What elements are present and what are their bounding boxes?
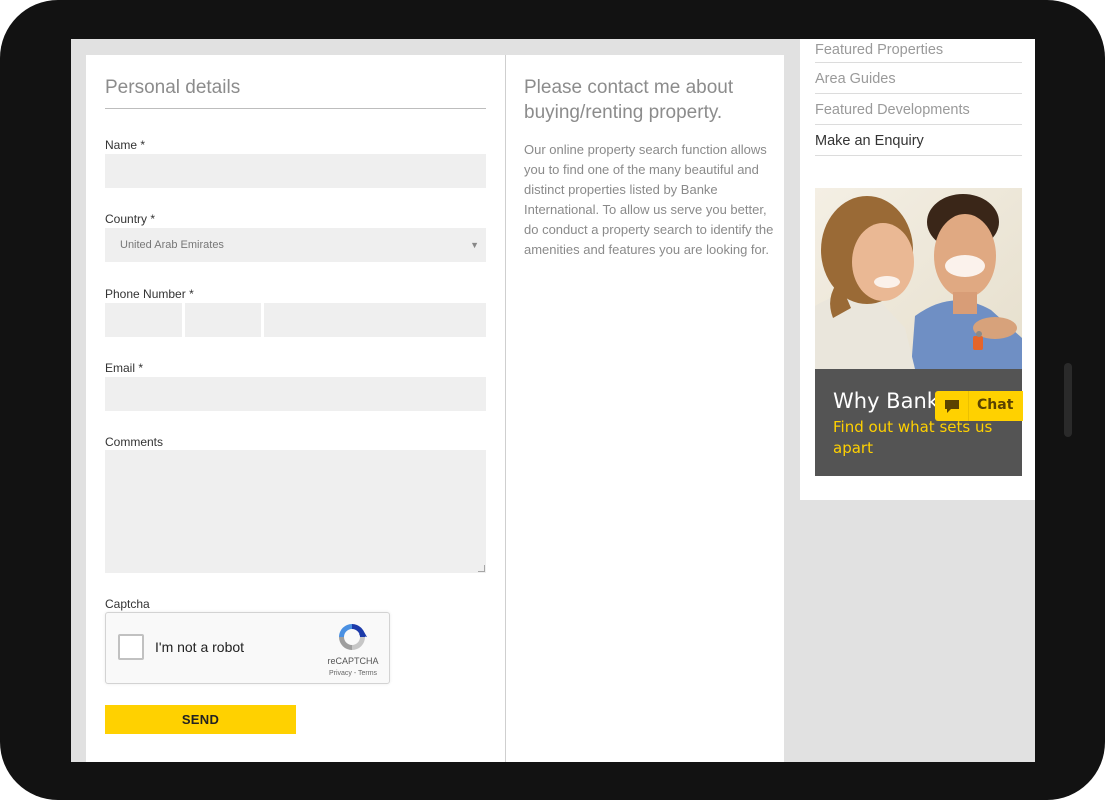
email-label-text: Email [105, 361, 136, 375]
sidebar-item-make-an-enquiry[interactable]: Make an Enquiry [815, 125, 1022, 156]
promo-caption: Why Banke Find out what sets us apart [815, 369, 1022, 476]
tablet-frame: Personal details Name * Country * United… [0, 0, 1105, 800]
info-title: Please contact me about buying/renting p… [524, 77, 734, 123]
captcha-label: Captcha [105, 597, 150, 611]
sidebar-item-featured-properties[interactable]: Featured Properties [815, 39, 1022, 63]
comments-label: Comments [105, 435, 164, 449]
recaptcha-brand: reCAPTCHA [327, 656, 379, 666]
sidebar-item-featured-developments[interactable]: Featured Developments [815, 94, 1022, 125]
chat-divider [968, 391, 969, 421]
tablet-side-button [1064, 363, 1072, 437]
email-label: Email * [105, 361, 143, 375]
country-label-text: Country [105, 212, 148, 226]
chat-button[interactable]: Chat [935, 391, 1023, 421]
sidebar-item-label: Featured Developments [815, 102, 970, 118]
recaptcha-text: I'm not a robot [155, 639, 245, 655]
phone-area-code-field[interactable] [185, 303, 261, 337]
name-field[interactable] [105, 154, 486, 188]
phone-label-text: Phone Number [105, 287, 186, 301]
recaptcha-checkbox[interactable] [118, 634, 144, 660]
comments-textarea[interactable] [105, 450, 486, 573]
info-body: Our online property search function allo… [524, 142, 774, 257]
name-label: Name * [105, 138, 145, 152]
phone-label: Phone Number * [105, 287, 194, 301]
required-mark: * [138, 361, 144, 375]
sidebar-item-area-guides[interactable]: Area Guides [815, 63, 1022, 94]
country-select[interactable]: United Arab Emirates ▼ [105, 228, 486, 262]
dropdown-arrow-icon: ▼ [470, 240, 479, 250]
recaptcha-widget: I'm not a robot reCAPTCHA Privacy - Term… [105, 612, 390, 684]
chat-label: Chat [977, 397, 1014, 413]
info-panel: Please contact me about buying/renting p… [505, 55, 784, 762]
chat-bubble-icon [945, 400, 959, 413]
sidebar-nav: Featured Properties Area Guides Featured… [815, 39, 1022, 156]
sidebar-item-label: Featured Properties [815, 42, 944, 58]
required-mark: * [150, 212, 156, 226]
sidebar: Featured Properties Area Guides Featured… [800, 39, 1035, 500]
why-banke-promo[interactable]: Why Banke Find out what sets us apart [815, 188, 1022, 476]
name-label-text: Name [105, 138, 138, 152]
recaptcha-logo-icon [339, 624, 367, 650]
country-select-value: United Arab Emirates [120, 239, 224, 251]
enquiry-form: Personal details Name * Country * United… [86, 55, 505, 762]
promo-subtitle: Find out what sets us apart [833, 418, 993, 457]
email-field[interactable] [105, 377, 486, 411]
send-button[interactable]: SEND [105, 705, 296, 734]
recaptcha-links[interactable]: Privacy - Terms [318, 670, 388, 677]
country-label: Country * [105, 212, 155, 226]
couple-photo [815, 188, 1022, 369]
resize-handle-icon[interactable] [478, 565, 485, 572]
phone-number-field[interactable] [264, 303, 486, 337]
promo-title: Why Banke [833, 389, 952, 413]
required-mark: * [140, 138, 146, 152]
phone-country-code-field[interactable] [105, 303, 182, 337]
sidebar-item-label: Make an Enquiry [815, 133, 924, 149]
screen: Personal details Name * Country * United… [71, 39, 1035, 762]
sidebar-item-label: Area Guides [815, 71, 896, 87]
required-mark: * [189, 287, 194, 301]
section-title: Personal details [105, 77, 486, 109]
